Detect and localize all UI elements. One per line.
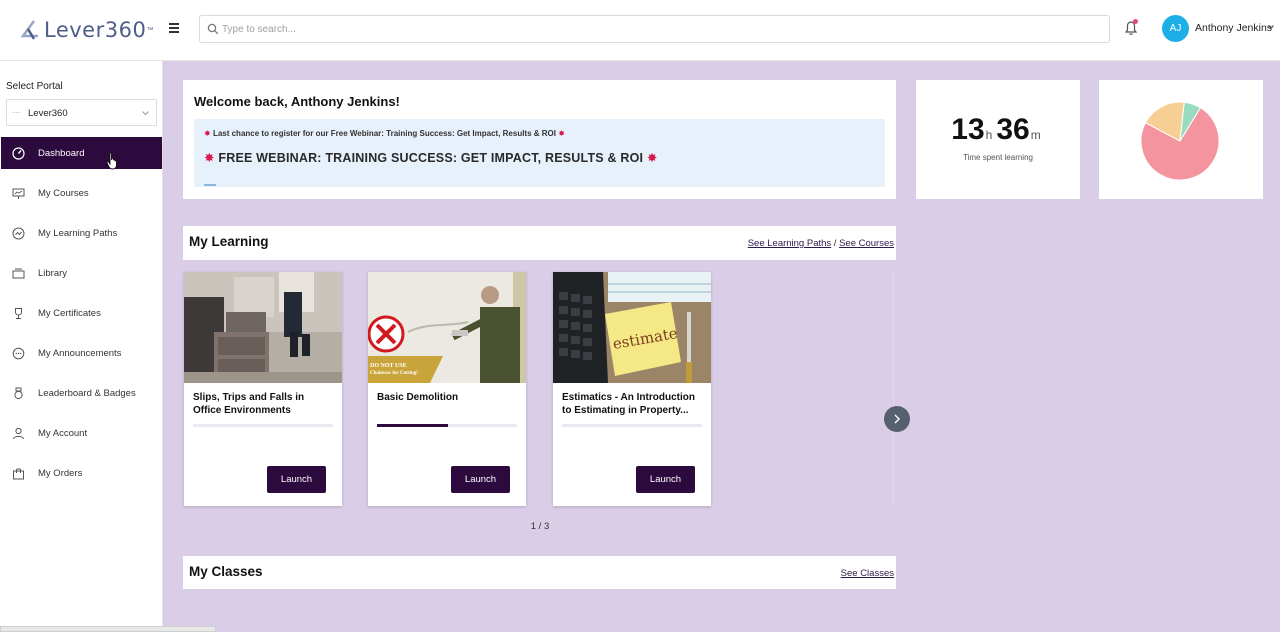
portal-select[interactable]: ..... Lever360: [6, 99, 157, 126]
sidebar-item-library[interactable]: Library: [1, 257, 162, 289]
sign-subtext: Chainsaw for Cutting!: [370, 371, 418, 376]
trophy-icon: [15, 307, 22, 319]
notification-dot: [1133, 19, 1138, 24]
course-progress-bar: [562, 424, 702, 427]
sidebar-item-label: My Learning Paths: [38, 227, 118, 239]
my-learning-links: See Learning Paths / See Courses: [748, 238, 894, 249]
sign-text: DO NOT USE: [370, 363, 407, 369]
welcome-heading: Welcome back, Anthony Jenkins!: [194, 94, 400, 109]
sidebar-item-label: Library: [38, 267, 68, 279]
link-separator: /: [833, 238, 837, 249]
path-icon: [12, 227, 25, 239]
burst-icon: ✸: [204, 151, 215, 165]
my-learning-header: My Learning See Learning Paths / See Cou…: [183, 226, 896, 260]
sidebar-item-label: My Courses: [38, 187, 89, 199]
search-input[interactable]: [222, 20, 1092, 38]
presentation-icon: [12, 188, 25, 199]
my-classes-title: My Classes: [189, 564, 263, 579]
lever360-logo[interactable]: Lever360 ™: [20, 14, 153, 46]
webinar-banner-headline: ✸ FREE WEBINAR: TRAINING SUCCESS: GET IM…: [204, 151, 658, 165]
lever-logo-icon: [20, 20, 38, 40]
sidebar-item-my-orders[interactable]: My Orders: [1, 457, 162, 489]
sidebar-item-my-certificates[interactable]: My Certificates: [1, 297, 162, 329]
top-bar: Lever360 ™ AJ Anthony Jenkins: [0, 0, 1280, 61]
banner-slide-indicator: [204, 184, 216, 186]
course-progress-bar: [377, 424, 517, 427]
course-thumbnail[interactable]: estimate: [553, 272, 711, 383]
burst-icon: ✸: [204, 129, 211, 138]
course-progress-bar: [193, 424, 333, 427]
progress-pie-chart: [1140, 101, 1220, 181]
hand-cursor-icon: [106, 152, 117, 170]
portal-select-value: Lever360: [28, 108, 68, 119]
course-card[interactable]: Slips, Trips and Falls in Office Environ…: [184, 272, 342, 506]
sidebar-item-label: Dashboard: [38, 147, 85, 159]
course-card[interactable]: estimate Estimatics - An Introduction to…: [553, 272, 711, 506]
launch-button[interactable]: Launch: [267, 466, 326, 493]
launch-button[interactable]: Launch: [451, 466, 510, 493]
launch-button[interactable]: Launch: [636, 466, 695, 493]
my-classes-links: See Classes: [841, 568, 894, 579]
webinar-banner-small-text: ✸ Last chance to register for our Free W…: [204, 129, 565, 138]
see-classes-link[interactable]: See Classes: [841, 568, 894, 579]
see-learning-paths-link[interactable]: See Learning Paths: [748, 238, 831, 249]
time-spent-value: 13h 36m: [951, 113, 1041, 146]
sidebar-item-my-announcements[interactable]: My Announcements: [1, 337, 162, 369]
course-thumbnail[interactable]: [184, 272, 342, 383]
course-title[interactable]: Slips, Trips and Falls in Office Environ…: [193, 392, 333, 417]
search-icon: [207, 23, 219, 35]
burst-icon: ✸: [646, 151, 658, 165]
course-title[interactable]: Estimatics - An Introduction to Estimati…: [562, 392, 702, 417]
my-learning-title: My Learning: [189, 234, 269, 249]
user-icon: [13, 427, 24, 439]
my-classes-header: My Classes See Classes: [183, 556, 896, 589]
progress-pie-card: [1099, 80, 1263, 199]
dashboard-gauge-icon: [12, 146, 25, 160]
hamburger-menu-icon[interactable]: [169, 21, 181, 35]
logo-text: Lever360: [44, 18, 147, 42]
chevron-down-icon: [142, 111, 149, 116]
carousel-edge: [893, 272, 894, 506]
time-spent-label: Time spent learning: [963, 153, 1033, 162]
sidebar-item-label: My Account: [38, 427, 88, 439]
webinar-banner[interactable]: ✸ Last chance to register for our Free W…: [194, 119, 885, 187]
search-bar[interactable]: [199, 15, 1110, 43]
welcome-card: Welcome back, Anthony Jenkins! ✸ Last ch…: [183, 80, 896, 199]
burst-icon: ✸: [558, 129, 565, 138]
portal-logo-icon: .....: [12, 109, 21, 115]
sidebar-item-label: My Announcements: [38, 347, 122, 359]
logo-trademark: ™: [146, 26, 154, 34]
see-courses-link[interactable]: See Courses: [839, 238, 894, 249]
avatar[interactable]: AJ: [1162, 15, 1189, 42]
sidebar-item-label: My Orders: [38, 467, 83, 479]
course-title[interactable]: Basic Demolition: [377, 392, 517, 405]
library-icon: [12, 268, 25, 278]
chat-icon: [12, 347, 25, 359]
chevron-right-icon: [894, 414, 900, 424]
user-name[interactable]: Anthony Jenkins: [1195, 22, 1272, 34]
carousel-next-button[interactable]: [884, 406, 910, 432]
sidebar-item-label: Leaderboard & Badges: [38, 387, 136, 399]
sidebar-item-dashboard[interactable]: Dashboard: [1, 137, 162, 169]
carousel-pager: 1 / 3: [530, 521, 550, 532]
course-thumbnail[interactable]: DO NOT USE Chainsaw for Cutting!: [368, 272, 526, 383]
sidebar-item-leaderboard-badges[interactable]: Leaderboard & Badges: [1, 377, 162, 409]
badge-icon: [14, 387, 23, 399]
course-progress-fill: [377, 424, 449, 427]
course-card[interactable]: DO NOT USE Chainsaw for Cutting! Basic D…: [368, 272, 526, 506]
sidebar-item-my-account[interactable]: My Account: [1, 417, 162, 449]
chevron-down-icon[interactable]: [1268, 24, 1274, 30]
browser-status-bar: [0, 626, 216, 632]
time-spent-card: 13h 36m Time spent learning: [916, 80, 1080, 199]
shopping-bag-icon: [13, 467, 24, 479]
sidebar: Select Portal ..... Lever360 Dashboard M…: [0, 61, 163, 632]
sidebar-item-my-learning-paths[interactable]: My Learning Paths: [1, 217, 162, 249]
sidebar-item-label: My Certificates: [38, 307, 101, 319]
sidebar-item-my-courses[interactable]: My Courses: [1, 177, 162, 209]
select-portal-label: Select Portal: [6, 81, 63, 92]
